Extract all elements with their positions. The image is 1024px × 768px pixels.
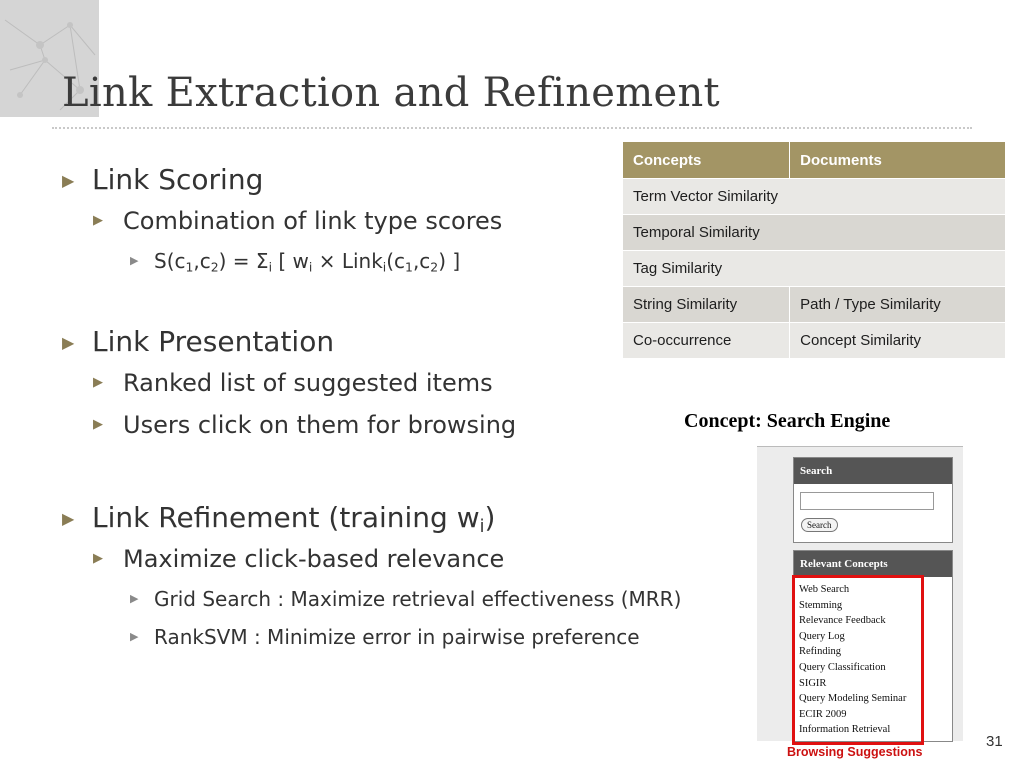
sub-bullet-users-click: ▶ Users click on them for browsing xyxy=(60,404,780,446)
relevant-concepts-header: Relevant Concepts xyxy=(794,551,952,577)
bullet-arrow-icon: ▶ xyxy=(62,171,75,190)
similarity-table: Concepts Documents Term Vector Similarit… xyxy=(621,141,1006,359)
sub-bullet-ranked-list: ▶ Ranked list of suggested items xyxy=(60,362,780,404)
sub-sub-bullet-ranksvm: ▶ RankSVM : Minimize error in pairwise p… xyxy=(60,618,780,656)
page-number: 31 xyxy=(986,733,1003,750)
bullet-text: Ranked list of suggested items xyxy=(123,369,493,397)
table-row: Temporal Similarity xyxy=(622,214,1006,251)
browsing-suggestions-caption: Browsing Suggestions xyxy=(787,745,923,759)
table-cell: Tag Similarity xyxy=(622,250,1006,287)
bullet-text: Link Presentation xyxy=(92,325,335,358)
search-input[interactable] xyxy=(800,492,934,510)
sub-sub-bullet-grid-search: ▶ Grid Search : Maximize retrieval effec… xyxy=(60,580,780,618)
table-row: String Similarity Path / Type Similarity xyxy=(621,286,1006,323)
bullet-text: Combination of link type scores xyxy=(123,207,503,235)
bullet-text: Maximize click-based relevance xyxy=(123,545,505,573)
bullet-text: RankSVM : Minimize error in pairwise pre… xyxy=(154,625,640,649)
column-header: Concepts xyxy=(621,141,791,179)
search-button[interactable]: Search xyxy=(801,518,838,532)
bullet-text: Link Scoring xyxy=(92,163,264,196)
bullet-arrow-icon: ▶ xyxy=(93,213,103,228)
bullet-arrow-icon: ▶ xyxy=(62,509,75,528)
column-header: Documents xyxy=(789,141,1006,179)
suggestions-highlight-frame xyxy=(792,575,924,745)
bullet-arrow-icon: ▶ xyxy=(130,254,139,267)
concept-caption: Concept: Search Engine xyxy=(684,410,891,432)
search-panel: Search Search xyxy=(793,457,953,543)
table-cell: String Similarity xyxy=(621,286,791,323)
bullet-text: Link Refinement (training wi) xyxy=(92,501,496,538)
table-cell: Concept Similarity xyxy=(789,322,1006,359)
scoring-formula: S(c1,c2) = Σi [ wi × Linki(c1,c2) ] xyxy=(154,249,461,275)
table-cell: Temporal Similarity xyxy=(622,214,1006,251)
bullet-arrow-icon: ▶ xyxy=(93,551,103,566)
table-row: Co-occurrence Concept Similarity xyxy=(621,322,1006,359)
bullet-arrow-icon: ▶ xyxy=(93,375,103,390)
search-panel-header: Search xyxy=(794,458,952,484)
bullet-arrow-icon: ▶ xyxy=(130,592,139,605)
table-cell: Path / Type Similarity xyxy=(789,286,1006,323)
bullet-arrow-icon: ▶ xyxy=(62,333,75,352)
table-cell: Co-occurrence xyxy=(621,322,791,359)
bullet-arrow-icon: ▶ xyxy=(130,630,139,643)
title-divider xyxy=(52,127,972,129)
slide-title: Link Extraction and Refinement xyxy=(62,70,720,116)
table-cell: Term Vector Similarity xyxy=(622,178,1006,215)
table-header-row: Concepts Documents xyxy=(621,141,1006,179)
bullet-link-refinement: ▶ Link Refinement (training wi) xyxy=(60,498,780,538)
bullet-text: Users click on them for browsing xyxy=(123,411,517,439)
embedded-ui-screenshot: Search Search Relevant Concepts Web Sear… xyxy=(757,446,963,745)
table-row: Term Vector Similarity xyxy=(622,178,1006,215)
bullet-text: Grid Search : Maximize retrieval effecti… xyxy=(154,587,682,611)
sub-bullet-maximize: ▶ Maximize click-based relevance xyxy=(60,538,780,580)
bullet-arrow-icon: ▶ xyxy=(93,417,103,432)
table-row: Tag Similarity xyxy=(622,250,1006,287)
